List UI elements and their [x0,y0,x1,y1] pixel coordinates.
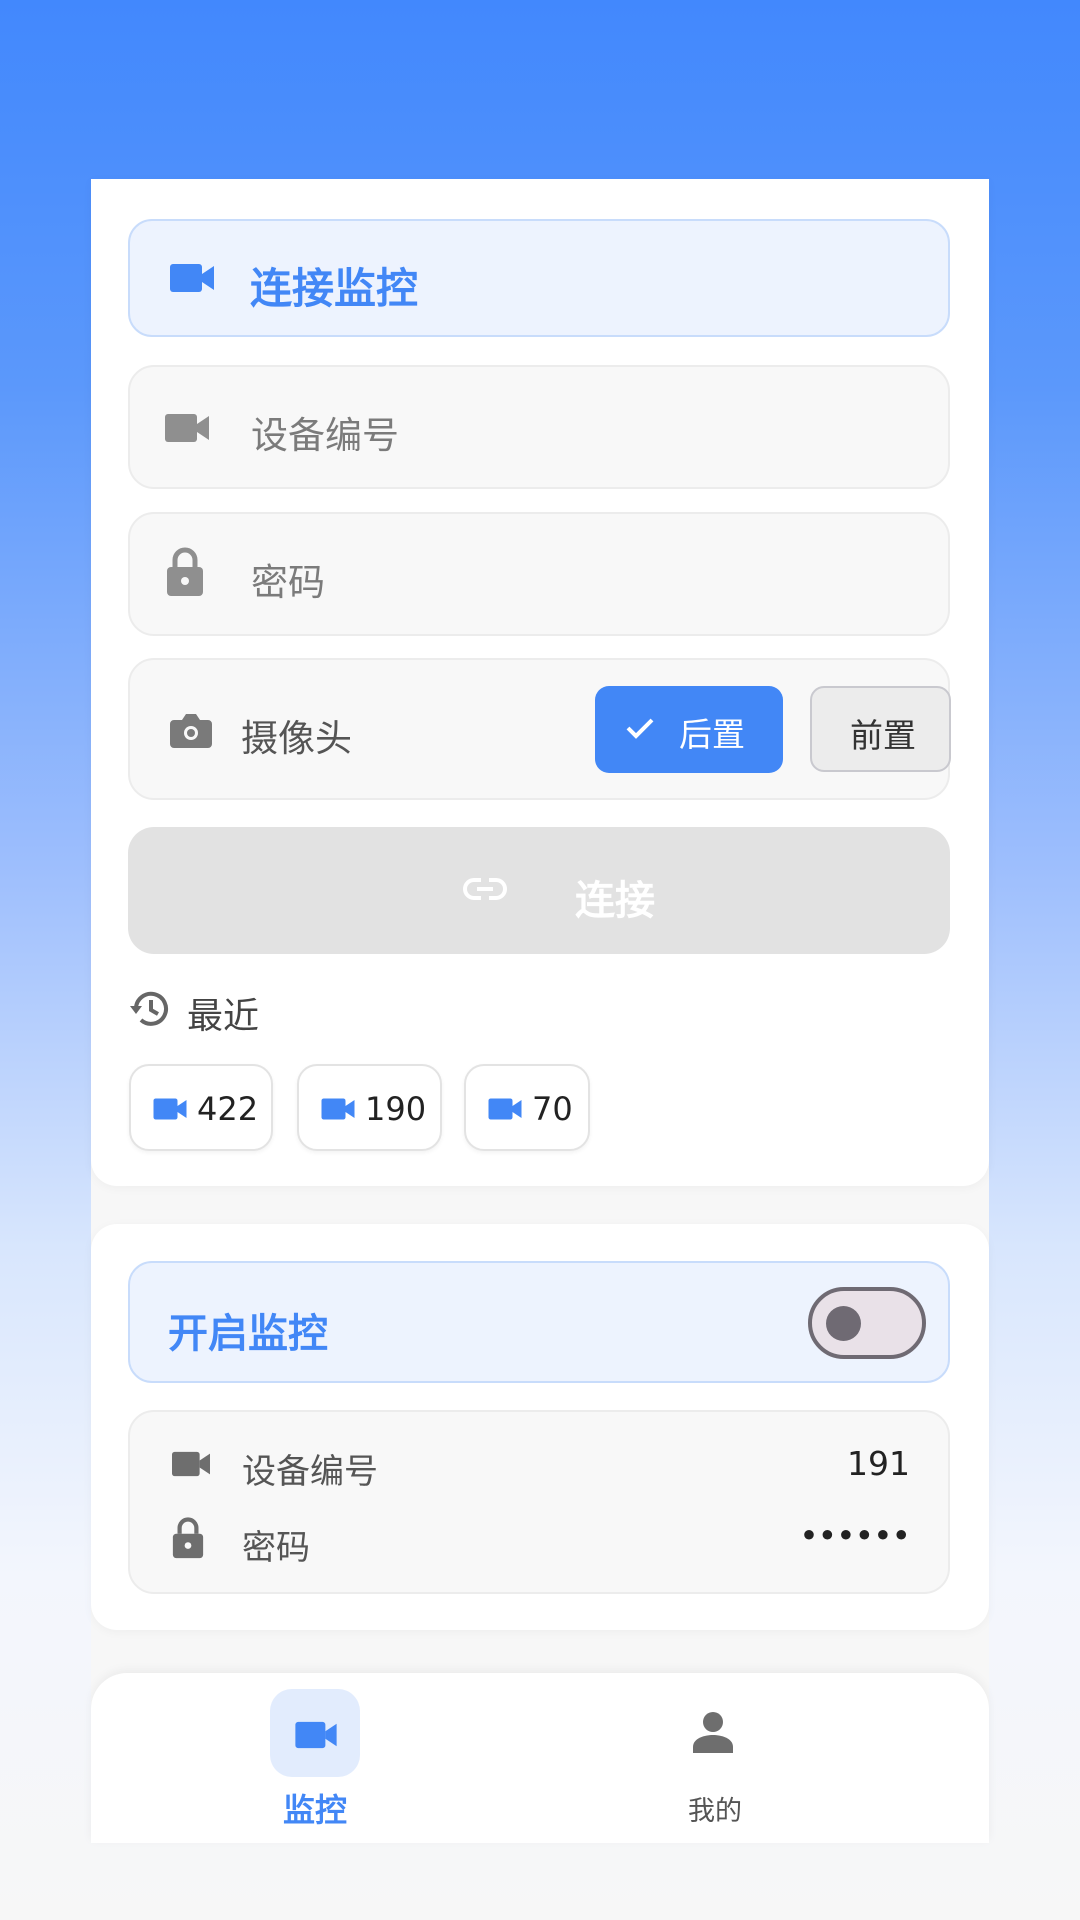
rear-camera-button[interactable]: 后置 [595,686,783,773]
camera-selector: 摄像头 后置 前置 [128,658,951,800]
front-camera-label: 前置 [850,716,916,755]
password-field[interactable]: 密码 [128,512,950,636]
recent-item[interactable]: 190 [297,1064,442,1151]
device-number-placeholder: 设备编号 [251,414,399,457]
toggle-knob [826,1306,861,1341]
monitor-title: 开启监控 [168,1311,328,1357]
recent-label: 最近 [187,996,260,1037]
videocam-icon [321,1098,355,1120]
password-label: 密码 [242,1528,310,1568]
device-number-label: 设备编号 [242,1452,378,1492]
connect-card: 连接监控 设备编号 密码 摄像头 后置 前置 连接 最近 422 190 70 [91,179,989,1186]
recent-item[interactable]: 70 [464,1064,590,1151]
connect-label: 连接 [575,878,655,924]
bottom-nav: 监控 我的 [91,1673,989,1843]
connect-button[interactable]: 连接 [128,827,950,954]
videocam-icon [165,414,209,442]
front-camera-button[interactable]: 前置 [810,686,951,772]
videocam-icon [172,1451,210,1477]
camera-icon [170,714,212,748]
history-icon [130,991,168,1026]
connect-header: 连接监控 [128,219,950,337]
videocam-icon [153,1098,187,1120]
rear-camera-label: 后置 [679,715,745,754]
videocam-icon [488,1098,522,1120]
nav-item-monitor[interactable]: 监控 [91,1673,540,1843]
recent-item-label: 422 [197,1090,259,1128]
recent-item-label: 190 [365,1090,427,1128]
monitor-card: 开启监控 设备编号 191 密码 •••••• [91,1224,989,1630]
link-icon [463,878,507,900]
check-icon [626,718,654,739]
videocam-icon [170,264,214,292]
password-placeholder: 密码 [251,561,325,604]
device-number-field[interactable]: 设备编号 [128,365,950,489]
camera-label: 摄像头 [241,717,352,760]
recent-item[interactable]: 422 [129,1064,273,1151]
monitor-header: 开启监控 [128,1261,950,1383]
person-icon [693,1712,733,1753]
lock-icon [167,547,203,596]
device-number-value: 191 [847,1444,910,1483]
nav-label-monitor: 监控 [283,1791,348,1829]
recent-item-label: 70 [532,1090,573,1128]
nav-label-mine: 我的 [688,1796,742,1827]
password-value: •••••• [799,1516,911,1555]
lock-icon [172,1517,204,1559]
monitor-toggle[interactable] [808,1287,926,1359]
videocam-icon [295,1721,337,1749]
nav-item-mine[interactable]: 我的 [540,1673,989,1843]
nav-active-indicator [270,1689,360,1777]
connect-title: 连接监控 [250,264,419,313]
monitor-info-box: 设备编号 191 密码 •••••• [128,1410,950,1594]
